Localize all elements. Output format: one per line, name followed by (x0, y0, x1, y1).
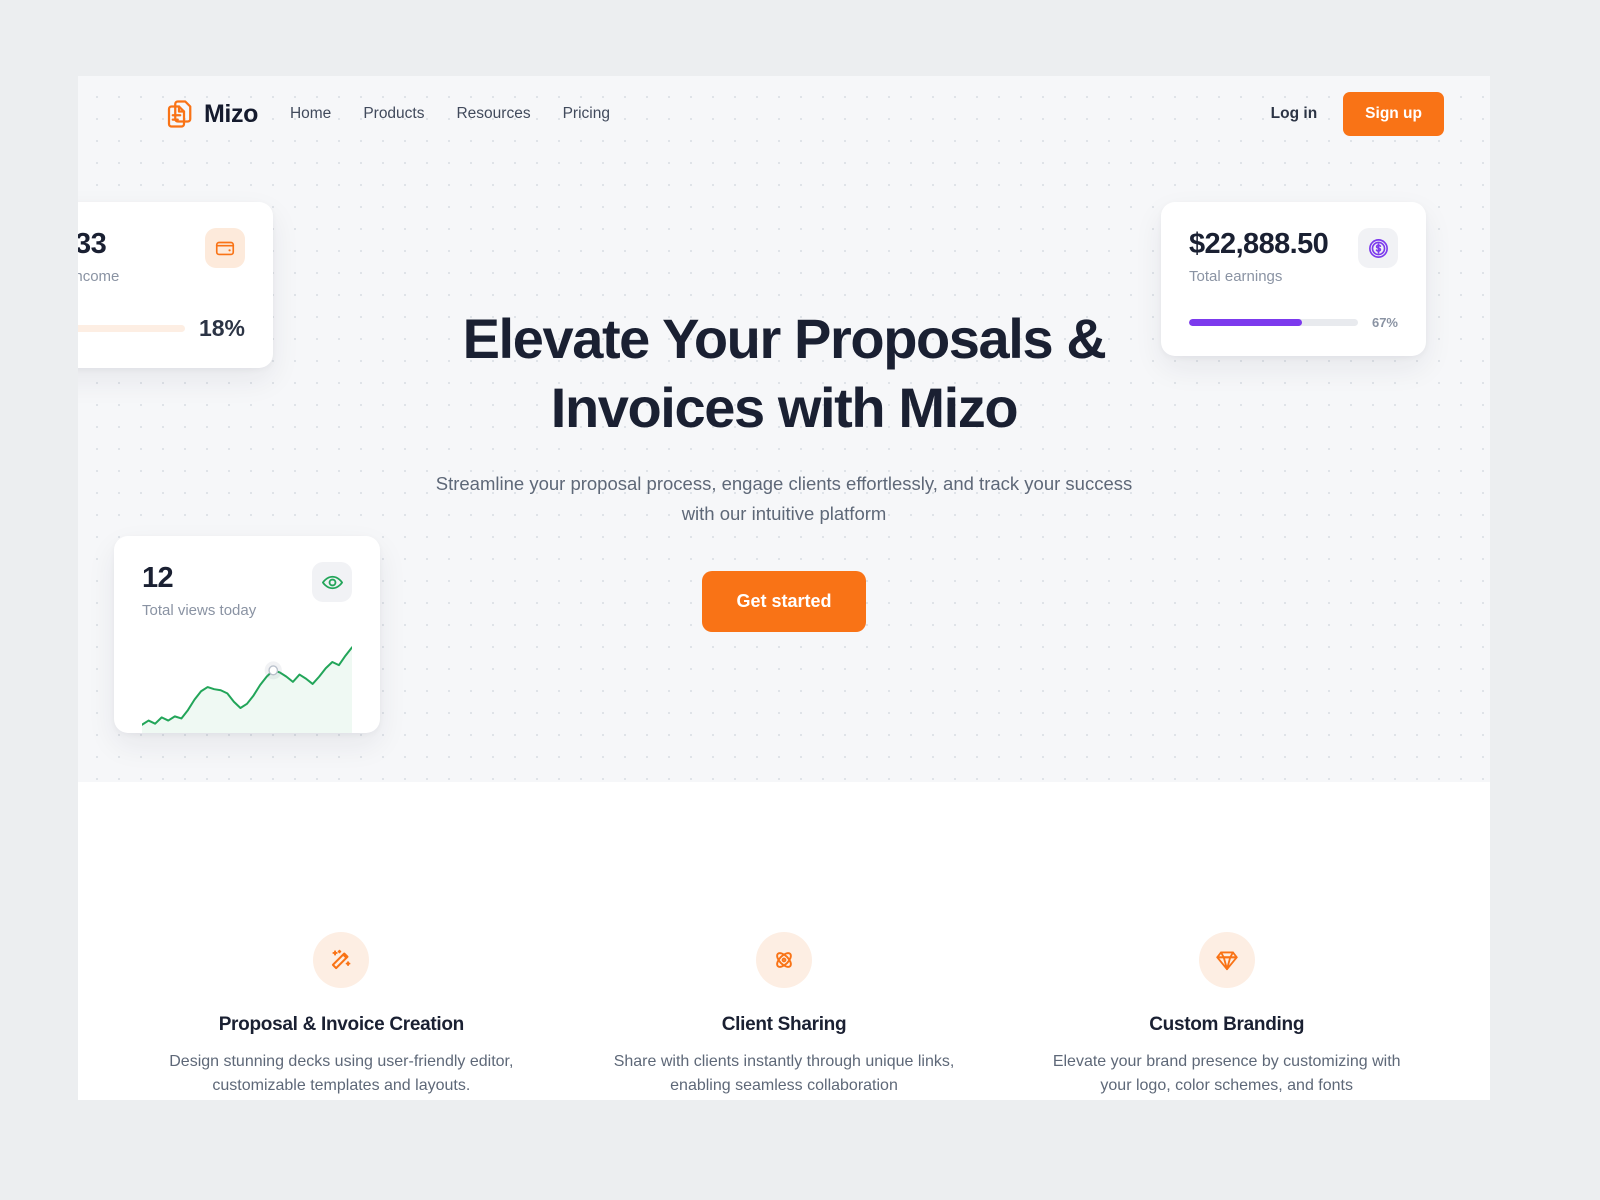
views-sparkline-chart (142, 637, 352, 733)
stat-card-total-earnings: $22,888.50 Total earnings 67% (1161, 202, 1426, 356)
progress-percent: 67% (1371, 315, 1398, 330)
progress-percent: 18% (198, 315, 245, 341)
magic-wand-icon (313, 932, 370, 988)
card-value: 030.33 (78, 228, 107, 260)
page-title: Elevate Your Proposals & Invoices with M… (424, 304, 1144, 443)
stat-card-average-income: 030.33 verage income 18% (78, 202, 273, 368)
top-navigation: Mizo Home Products Resources Pricing Log… (78, 76, 1490, 152)
card-label: Total earnings (1189, 268, 1283, 285)
card-text: 030.33 verage income (78, 228, 119, 285)
brand-name: Mizo (204, 99, 258, 128)
headline-line-2: Invoices with Mizo (550, 376, 1019, 440)
card-header: 030.33 verage income (78, 228, 245, 285)
feature-client-sharing: Client Sharing Share with clients instan… (601, 932, 968, 1100)
card-header: $22,888.50 Total earnings (1189, 228, 1398, 285)
card-value: $22,888.50 (1189, 228, 1329, 260)
progress-track (1189, 319, 1358, 326)
feature-title: Client Sharing (721, 1014, 847, 1035)
nav-links: Home Products Resources Pricing (290, 105, 610, 123)
hero-subtitle: Streamline your proposal process, engage… (435, 472, 1133, 524)
feature-description: Share with clients instantly through uni… (613, 1053, 955, 1094)
signup-button[interactable]: Sign up (1343, 92, 1444, 136)
card-text: $22,888.50 Total earnings (1189, 228, 1329, 285)
card-label: verage income (78, 268, 120, 285)
feature-title: Custom Branding (1149, 1014, 1305, 1035)
card-label: Total views today (142, 602, 257, 619)
progress-fill (1189, 319, 1303, 326)
progress-track (78, 325, 185, 332)
dollar-coin-icon (1358, 228, 1398, 268)
documents-icon (164, 99, 194, 129)
eye-icon (312, 562, 352, 602)
feature-description: Design stunning decks using user-friendl… (169, 1053, 514, 1094)
nav-link-home[interactable]: Home (290, 105, 331, 123)
stat-card-total-views: 12 Total views today (114, 536, 380, 733)
get-started-button[interactable]: Get started (702, 570, 866, 632)
login-link[interactable]: Log in (1271, 105, 1318, 123)
feature-custom-branding: Custom Branding Elevate your brand prese… (1043, 932, 1410, 1100)
atom-share-icon (756, 932, 812, 988)
features-section: Proposal & Invoice Creation Design stunn… (78, 782, 1490, 1100)
nav-link-resources[interactable]: Resources (456, 105, 530, 123)
feature-description: Elevate your brand presence by customizi… (1052, 1053, 1401, 1094)
nav-actions: Log in Sign up (1271, 92, 1444, 136)
feature-proposal-invoice-creation: Proposal & Invoice Creation Design stunn… (158, 932, 525, 1100)
diamond-icon (1198, 932, 1255, 988)
nav-link-pricing[interactable]: Pricing (563, 105, 610, 123)
brand-logo[interactable]: Mizo (164, 99, 258, 129)
card-header: 12 Total views today (142, 562, 352, 619)
progress-row: 67% (1189, 315, 1398, 330)
feature-title: Proposal & Invoice Creation (218, 1014, 465, 1035)
page-container: Mizo Home Products Resources Pricing Log… (78, 76, 1490, 1100)
nav-link-products[interactable]: Products (363, 105, 424, 123)
headline-line-1: Elevate Your Proposals & (462, 307, 1107, 370)
card-text: 12 Total views today (142, 562, 256, 619)
wallet-icon (205, 228, 245, 268)
progress-row: 18% (78, 315, 245, 342)
card-value: 12 (142, 562, 174, 594)
hero-section: Mizo Home Products Resources Pricing Log… (78, 76, 1490, 782)
